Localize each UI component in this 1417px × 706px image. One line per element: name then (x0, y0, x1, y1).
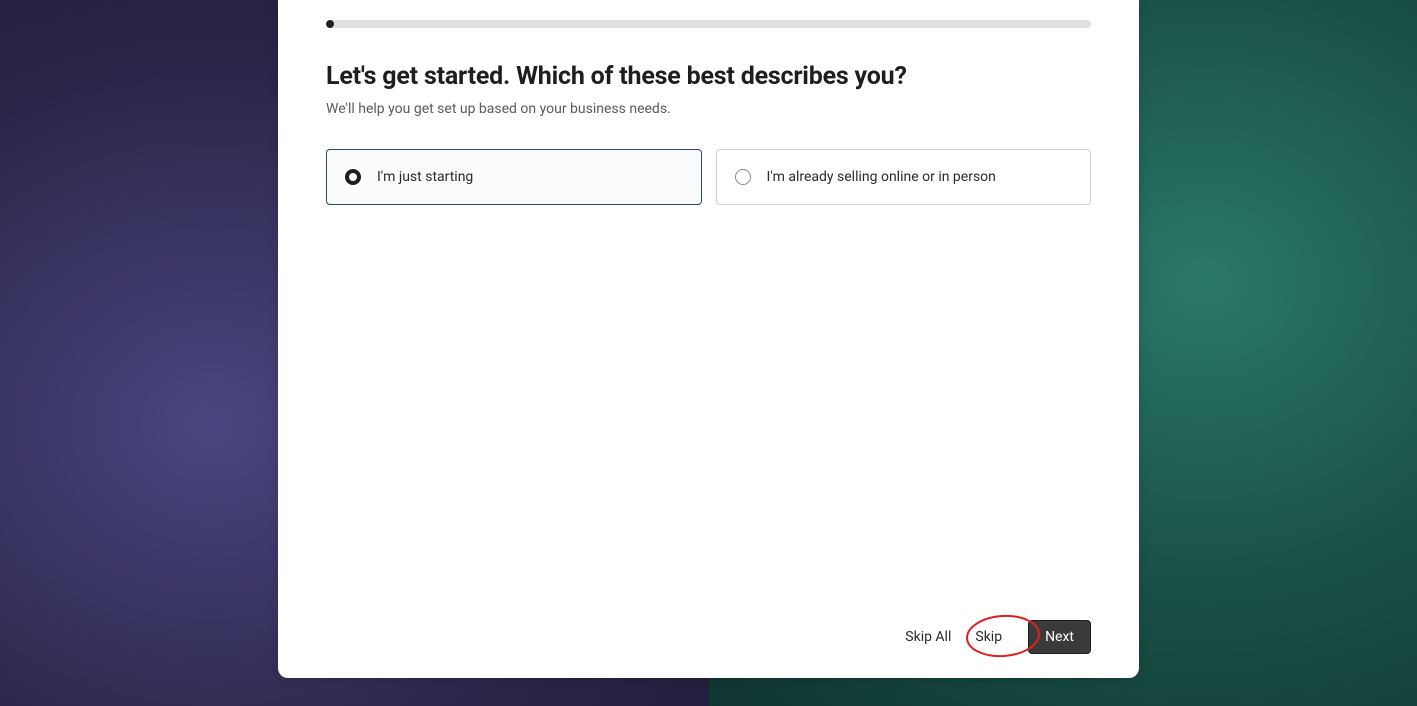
progress-bar (326, 20, 1091, 28)
option-label: I'm already selling online or in person (767, 169, 996, 185)
options-group: I'm just starting I'm already selling on… (326, 149, 1091, 205)
footer-actions: Skip All Skip Next (326, 620, 1091, 654)
skip-all-button[interactable]: Skip All (895, 621, 961, 653)
skip-button[interactable]: Skip (965, 621, 1012, 653)
page-heading: Let's get started. Which of these best d… (326, 62, 1091, 91)
progress-fill (326, 20, 334, 28)
radio-icon (345, 169, 361, 185)
next-button[interactable]: Next (1028, 620, 1091, 654)
option-label: I'm just starting (377, 169, 473, 185)
option-just-starting[interactable]: I'm just starting (326, 149, 702, 205)
option-already-selling[interactable]: I'm already selling online or in person (716, 149, 1092, 205)
onboarding-panel: Let's get started. Which of these best d… (278, 0, 1139, 678)
page-subtitle: We'll help you get set up based on your … (326, 101, 1091, 117)
radio-icon (735, 169, 751, 185)
